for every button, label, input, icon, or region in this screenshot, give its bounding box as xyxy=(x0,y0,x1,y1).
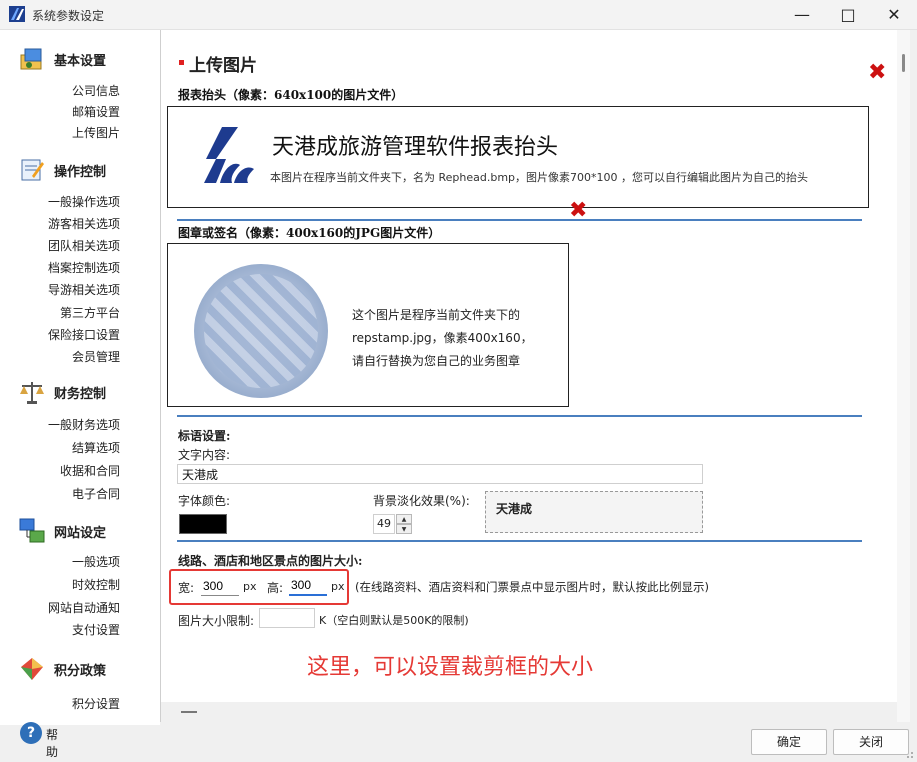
font-color-label: 字体颜色: xyxy=(178,494,231,508)
stamp-seal-icon xyxy=(194,264,328,398)
sidebar-item-receipts[interactable]: 收据和合同 xyxy=(60,462,120,479)
group-title: 基本设置 xyxy=(54,54,107,69)
basic-settings-icon xyxy=(20,48,42,70)
height-input[interactable] xyxy=(289,576,327,596)
section-divider xyxy=(177,415,862,417)
section-divider xyxy=(177,219,862,221)
operation-control-icon xyxy=(21,159,44,181)
points-policy-icon xyxy=(21,658,43,680)
annotation-text: 这里，可以设置裁剪框的大小 xyxy=(307,655,594,680)
sidebar-item-general-finance[interactable]: 一般财务选项 xyxy=(48,416,120,433)
website-network-icon xyxy=(19,518,45,543)
help-icon: ? xyxy=(20,722,42,744)
sidebar-item-company-info[interactable]: 公司信息 xyxy=(72,82,120,99)
sidebar-item-e-contract[interactable]: 电子合同 xyxy=(72,485,120,502)
finance-scale-icon xyxy=(20,382,44,404)
stamp-pixelated-center xyxy=(204,274,318,388)
close-icon[interactable]: ✕ xyxy=(871,0,917,30)
app-logo-icon xyxy=(9,6,25,22)
font-color-swatch[interactable] xyxy=(179,514,227,534)
report-header-image[interactable]: 天港成旅游管理软件报表抬头 本图片在程序当前文件夹下，名为 Rephead.bm… xyxy=(167,106,869,208)
close-button[interactable]: 关闭 xyxy=(833,729,909,755)
sidebar-item-general-operation[interactable]: 一般操作选项 xyxy=(48,193,120,210)
image-size-note: (在线路资料、酒店资料和门票景点中显示图片时，默认按此比例显示) xyxy=(355,580,709,594)
sidebar-item-timeliness[interactable]: 时效控制 xyxy=(72,576,120,593)
fade-effect-value[interactable]: 49 xyxy=(373,514,395,534)
size-limit-label: 图片大小限制: xyxy=(178,614,255,628)
stamp-image[interactable]: 这个图片是程序当前文件夹下的 repstamp.jpg，像素400x160， 请… xyxy=(167,243,569,407)
header-section-label: 报表抬头（像素：640x100的图片文件） xyxy=(178,88,404,102)
width-label: 宽: xyxy=(178,581,195,595)
stamp-line-1: 这个图片是程序当前文件夹下的 xyxy=(352,308,521,322)
width-unit: px xyxy=(243,580,257,593)
sidebar-item-payment[interactable]: 支付设置 xyxy=(72,621,120,638)
sidebar-item-tourist-options[interactable]: 游客相关选项 xyxy=(48,215,120,232)
size-limit-input[interactable] xyxy=(259,608,315,628)
vertical-scroll-thumb[interactable] xyxy=(902,54,905,72)
sidebar-item-guide-options[interactable]: 导游相关选项 xyxy=(48,281,120,298)
content-panel: 上传图片 ✖ 报表抬头（像素：640x100的图片文件） 天港成旅游管理软件报表… xyxy=(160,30,910,722)
slogan-preview-text: 天港成 xyxy=(496,502,533,516)
slogan-text-label: 文字内容: xyxy=(178,448,231,462)
sidebar-item-member[interactable]: 会员管理 xyxy=(72,348,120,365)
width-input[interactable] xyxy=(201,576,239,596)
minimize-icon[interactable]: — xyxy=(779,0,825,30)
stamp-line-2: repstamp.jpg，像素400x160， xyxy=(352,331,533,345)
image-size-heading: 线路、酒店和地区景点的图片大小: xyxy=(178,554,363,568)
sidebar-item-insurance[interactable]: 保险接口设置 xyxy=(48,326,120,343)
section-divider xyxy=(177,540,862,542)
sidebar-item-auto-notify[interactable]: 网站自动通知 xyxy=(48,599,120,616)
slogan-heading: 标语设置: xyxy=(178,429,231,443)
window-title: 系统参数设定 xyxy=(32,9,105,23)
sidebar: 基本设置 公司信息 邮箱设置 上传图片 操作控制 一般操作选项 游客相关选项 团… xyxy=(0,30,160,725)
sidebar-item-third-party[interactable]: 第三方平台 xyxy=(60,304,120,321)
group-title: 网站设定 xyxy=(54,526,107,541)
horizontal-scroll-thumb[interactable] xyxy=(181,711,197,713)
group-title: 财务控制 xyxy=(54,387,107,402)
fade-effect-label: 背景淡化效果(%): xyxy=(373,494,470,508)
spin-down-icon[interactable]: ▼ xyxy=(396,524,412,534)
stamp-section-label: 图章或签名（像素：400x160的JPG图片文件） xyxy=(178,226,441,240)
help-label: 帮助 xyxy=(46,728,59,759)
vertical-scrollbar[interactable] xyxy=(897,30,910,722)
slogan-text-input[interactable] xyxy=(177,464,703,484)
horizontal-scrollbar[interactable] xyxy=(161,702,898,722)
spin-up-icon[interactable]: ▲ xyxy=(396,514,412,524)
content-scroll-area[interactable]: 上传图片 ✖ 报表抬头（像素：640x100的图片文件） 天港成旅游管理软件报表… xyxy=(161,30,898,722)
sidebar-item-settlement[interactable]: 结算选项 xyxy=(72,439,120,456)
banner-description: 本图片在程序当前文件夹下，名为 Rephead.bmp，图片像素700*100 … xyxy=(270,171,809,184)
sidebar-item-general-web[interactable]: 一般选项 xyxy=(72,553,120,570)
height-label: 高: xyxy=(267,581,284,595)
page-title: 上传图片 xyxy=(189,56,257,76)
stamp-line-3: 请自行替换为您自己的业务图章 xyxy=(352,354,521,368)
resize-grip-icon[interactable] xyxy=(904,749,914,759)
group-title: 操作控制 xyxy=(54,165,107,180)
size-limit-unit: K（空白则默认是500K的限制) xyxy=(319,614,469,627)
title-bar: 系统参数设定 — □ ✕ xyxy=(0,0,917,30)
banner-title: 天港成旅游管理软件报表抬头 xyxy=(272,135,559,160)
height-unit: px xyxy=(331,580,345,593)
sidebar-item-upload-image[interactable]: 上传图片 xyxy=(72,124,120,141)
company-logo-icon xyxy=(204,127,254,183)
slogan-preview: 天港成 xyxy=(485,491,703,533)
sidebar-item-mailbox[interactable]: 邮箱设置 xyxy=(72,103,120,120)
delete-x-icon[interactable]: ✖ xyxy=(868,62,886,84)
maximize-icon[interactable]: □ xyxy=(825,0,871,30)
sidebar-item-points-settings[interactable]: 积分设置 xyxy=(72,695,120,712)
sidebar-item-archive-control[interactable]: 档案控制选项 xyxy=(48,259,120,276)
sidebar-item-team-options[interactable]: 团队相关选项 xyxy=(48,237,120,254)
group-title: 积分政策 xyxy=(54,664,107,679)
title-marker xyxy=(179,60,184,65)
ok-button[interactable]: 确定 xyxy=(751,729,827,755)
